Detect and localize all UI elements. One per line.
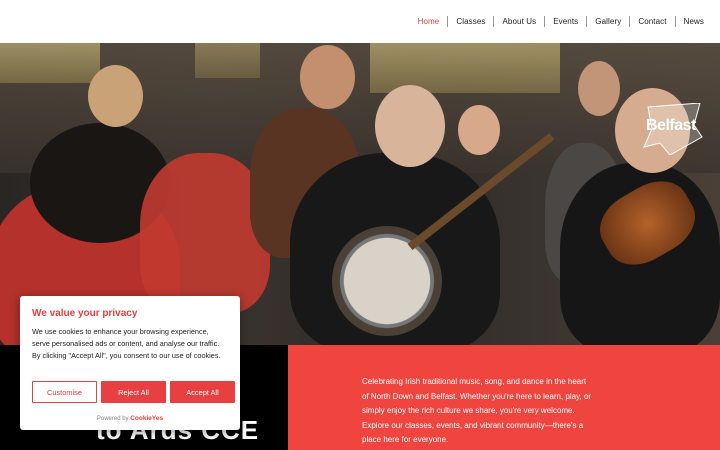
- cookie-buttons: Customise Reject All Accept All: [32, 381, 235, 403]
- musician-head-back: [578, 61, 620, 116]
- nav-home[interactable]: Home: [410, 16, 448, 27]
- child-head: [458, 105, 500, 155]
- cookie-body: We use cookies to enhance your browsing …: [32, 327, 221, 361]
- hero-window-center: [370, 43, 560, 93]
- nav-news[interactable]: News: [674, 16, 712, 27]
- belfast-logo-text: Belfast: [646, 117, 696, 134]
- customise-button[interactable]: Customise: [32, 381, 97, 403]
- musician-head-banjo: [375, 85, 445, 167]
- nav-classes[interactable]: Classes: [447, 16, 493, 27]
- main-nav: Home Classes About Us Events Gallery Con…: [410, 16, 712, 27]
- site-header: Home Classes About Us Events Gallery Con…: [0, 0, 720, 43]
- cookie-title: We value your privacy: [32, 308, 138, 319]
- nav-events[interactable]: Events: [544, 16, 586, 27]
- powered-by-label: Powered by: [96, 416, 129, 422]
- hero-window-left: [0, 43, 100, 83]
- hero-picture-frame: [195, 43, 260, 78]
- powered-by: Powered by CookieYes: [20, 415, 240, 422]
- musician-head-blonde: [88, 65, 143, 127]
- banjo: [332, 226, 442, 336]
- cookie-consent-dialog: We value your privacy We use cookies to …: [20, 296, 240, 430]
- nav-gallery[interactable]: Gallery: [586, 16, 629, 27]
- accept-all-button[interactable]: Accept All: [170, 381, 235, 403]
- reject-all-button[interactable]: Reject All: [101, 381, 166, 403]
- nav-contact[interactable]: Contact: [629, 16, 674, 27]
- cookieyes-brand[interactable]: CookieYes: [130, 415, 163, 422]
- nav-about-us[interactable]: About Us: [493, 16, 544, 27]
- musician-head-fiddler: [300, 45, 355, 109]
- intro-panel: Celebrating Irish traditional music, son…: [288, 345, 720, 450]
- belfast-logo: Belfast: [640, 102, 706, 156]
- intro-text: Celebrating Irish traditional music, son…: [362, 377, 592, 445]
